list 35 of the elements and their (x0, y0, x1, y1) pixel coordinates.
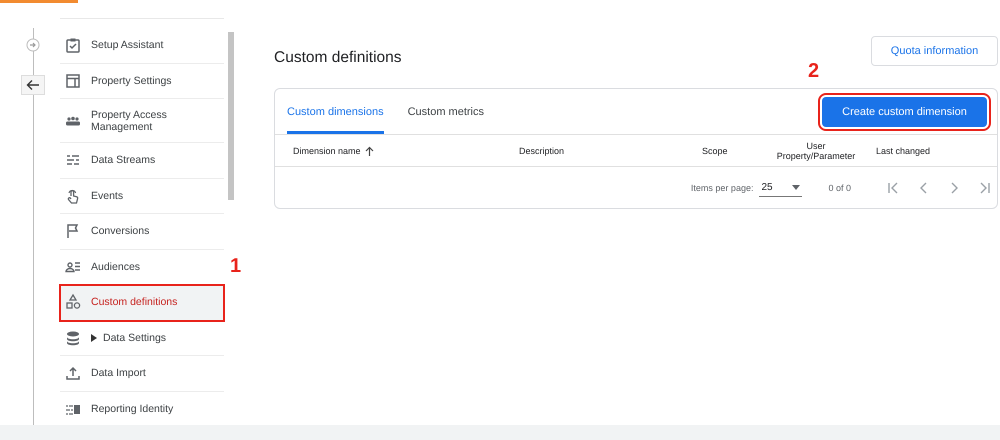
annotation-number: 2 (808, 61, 820, 81)
sidebar-item[interactable]: Custom definitions (60, 285, 224, 320)
back-arrow-icon (26, 79, 40, 91)
sidebar-item[interactable]: Setup Assistant (60, 28, 224, 64)
upload-icon (64, 364, 82, 382)
back-button[interactable] (21, 75, 45, 95)
page-size-select[interactable]: 25 (759, 178, 802, 196)
sidebar-item[interactable]: Data Import (60, 356, 224, 392)
sidebar-item[interactable]: Data Streams (60, 143, 224, 178)
column-header: User Property/Parameter (776, 140, 856, 160)
sidebar-item[interactable]: Events (60, 178, 224, 214)
sidebar-item[interactable]: Conversions (60, 214, 224, 250)
sidebar-item[interactable]: Reporting Identity (60, 392, 224, 427)
column-header: Last changed (876, 146, 930, 156)
items-per-page-label: Items per page: (690, 182, 754, 192)
database-icon (64, 328, 82, 347)
quota-button[interactable]: Quota information (871, 36, 998, 66)
sidebar-item[interactable]: Property Access Management (60, 99, 224, 143)
annotation-number: 1 (230, 256, 242, 276)
column-header: Scope (702, 146, 728, 156)
clipboard-check-icon (64, 36, 82, 54)
column-header: Description (519, 146, 564, 156)
shapes-icon (64, 293, 82, 312)
sidebar-item[interactable]: Property Settings (60, 64, 224, 99)
page-title: Custom definitions (274, 49, 402, 67)
layout-icon (64, 72, 82, 90)
column-header-label[interactable]: Dimension name (293, 146, 361, 156)
tab[interactable]: Custom dimensions (287, 89, 384, 134)
arrow-circle-icon (26, 38, 40, 52)
tab[interactable]: Custom metrics (408, 89, 484, 134)
create-button[interactable]: Create custom dimension (822, 96, 987, 126)
dropdown-caret-icon (792, 184, 800, 190)
sidebar-item[interactable]: Data Settings (60, 320, 224, 356)
scrollbar[interactable] (228, 32, 234, 200)
page-range: 0 of 0 (828, 182, 851, 192)
